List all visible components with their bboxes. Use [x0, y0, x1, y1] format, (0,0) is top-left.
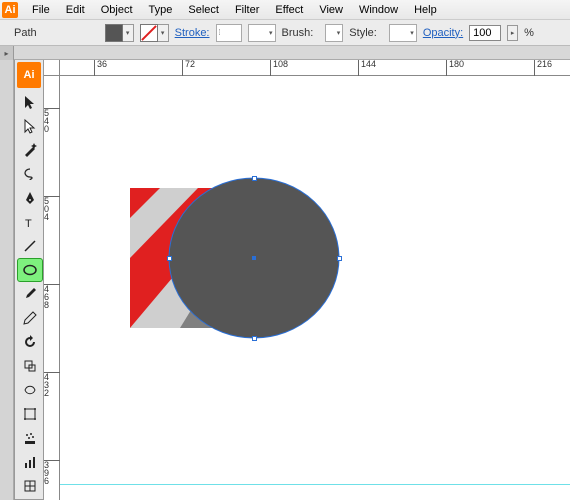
selection-handle[interactable]	[252, 176, 257, 181]
ruler-tick: 468	[44, 284, 60, 309]
selection-handle[interactable]	[252, 336, 257, 341]
canvas-area: 36 72 108 144 180 216 540 504 468 432 396	[44, 60, 570, 500]
ruler-tick: 144	[358, 60, 376, 76]
stroke-link[interactable]: Stroke:	[175, 27, 210, 39]
ruler-tick: 504	[44, 196, 60, 221]
ruler-tick: 396	[44, 460, 60, 485]
panel-strip: ▸	[0, 46, 570, 60]
scale-tool[interactable]	[17, 354, 43, 378]
ruler-tick: 108	[270, 60, 288, 76]
magic-wand-tool[interactable]	[17, 138, 43, 162]
graph-tool[interactable]	[17, 450, 43, 474]
ruler-tick: 36	[94, 60, 107, 76]
menu-filter[interactable]: Filter	[227, 2, 267, 18]
opacity-link[interactable]: Opacity:	[423, 27, 463, 39]
panel-toggle-button[interactable]: ▸	[0, 46, 14, 60]
selection-center[interactable]	[252, 256, 256, 260]
toolbox-header-icon: Ai	[17, 62, 41, 88]
menu-object[interactable]: Object	[93, 2, 141, 18]
pen-tool[interactable]	[17, 186, 43, 210]
menu-effect[interactable]: Effect	[267, 2, 311, 18]
ruler-tick: 432	[44, 372, 60, 397]
horizontal-guide[interactable]	[60, 484, 570, 485]
rotate-tool[interactable]	[17, 330, 43, 354]
stroke-weight-dropdown[interactable]: ▾	[248, 24, 276, 42]
direct-selection-tool[interactable]	[17, 114, 43, 138]
canvas[interactable]	[60, 76, 570, 500]
brush-label: Brush:	[282, 27, 314, 39]
selection-handle[interactable]	[167, 256, 172, 261]
menu-edit[interactable]: Edit	[58, 2, 93, 18]
ruler-tick: 72	[182, 60, 195, 76]
paintbrush-tool[interactable]	[17, 282, 43, 306]
opacity-dropdown[interactable]: ▸	[507, 25, 518, 41]
ruler-tick: 540	[44, 108, 60, 133]
menu-type[interactable]: Type	[141, 2, 181, 18]
symbol-sprayer-tool[interactable]	[17, 426, 43, 450]
artwork-svg	[60, 76, 570, 500]
options-bar: Path ▾ ▾ Stroke: ⁞ ▾ Brush: ▾ Style: ▾ O…	[0, 20, 570, 46]
ellipse-tool[interactable]	[17, 258, 43, 282]
stroke-weight-input[interactable]: ⁞	[216, 24, 242, 42]
selection-tool[interactable]	[17, 90, 43, 114]
ruler-tick: 216	[534, 60, 552, 76]
dock-strip[interactable]	[0, 60, 14, 500]
brush-dropdown[interactable]: ▾	[325, 24, 343, 42]
selection-handle[interactable]	[337, 256, 342, 261]
ruler-horizontal[interactable]: 36 72 108 144 180 216	[60, 60, 570, 76]
type-tool[interactable]: T	[17, 210, 43, 234]
percent-label: %	[524, 27, 534, 39]
lasso-tool[interactable]	[17, 162, 43, 186]
warp-tool[interactable]	[17, 378, 43, 402]
menu-select[interactable]: Select	[180, 2, 227, 18]
mesh-tool[interactable]	[17, 474, 43, 498]
ruler-tick: 180	[446, 60, 464, 76]
style-label: Style:	[349, 27, 377, 39]
menu-help[interactable]: Help	[406, 2, 445, 18]
ruler-vertical[interactable]: 540 504 468 432 396	[44, 76, 60, 500]
menu-window[interactable]: Window	[351, 2, 406, 18]
toolbox: Ai T	[14, 60, 44, 500]
line-tool[interactable]	[17, 234, 43, 258]
ruler-origin[interactable]	[44, 60, 60, 76]
opacity-input[interactable]	[469, 25, 501, 41]
app-icon: Ai	[2, 2, 18, 18]
free-transform-tool[interactable]	[17, 402, 43, 426]
fill-swatch[interactable]: ▾	[105, 24, 134, 42]
menu-view[interactable]: View	[311, 2, 351, 18]
menu-file[interactable]: File	[24, 2, 58, 18]
pencil-tool[interactable]	[17, 306, 43, 330]
menu-bar: Ai File Edit Object Type Select Filter E…	[0, 0, 570, 20]
stroke-swatch[interactable]: ▾	[140, 24, 169, 42]
style-dropdown[interactable]: ▾	[389, 24, 417, 42]
svg-text:T: T	[25, 218, 32, 230]
selection-type-label: Path	[14, 27, 37, 39]
